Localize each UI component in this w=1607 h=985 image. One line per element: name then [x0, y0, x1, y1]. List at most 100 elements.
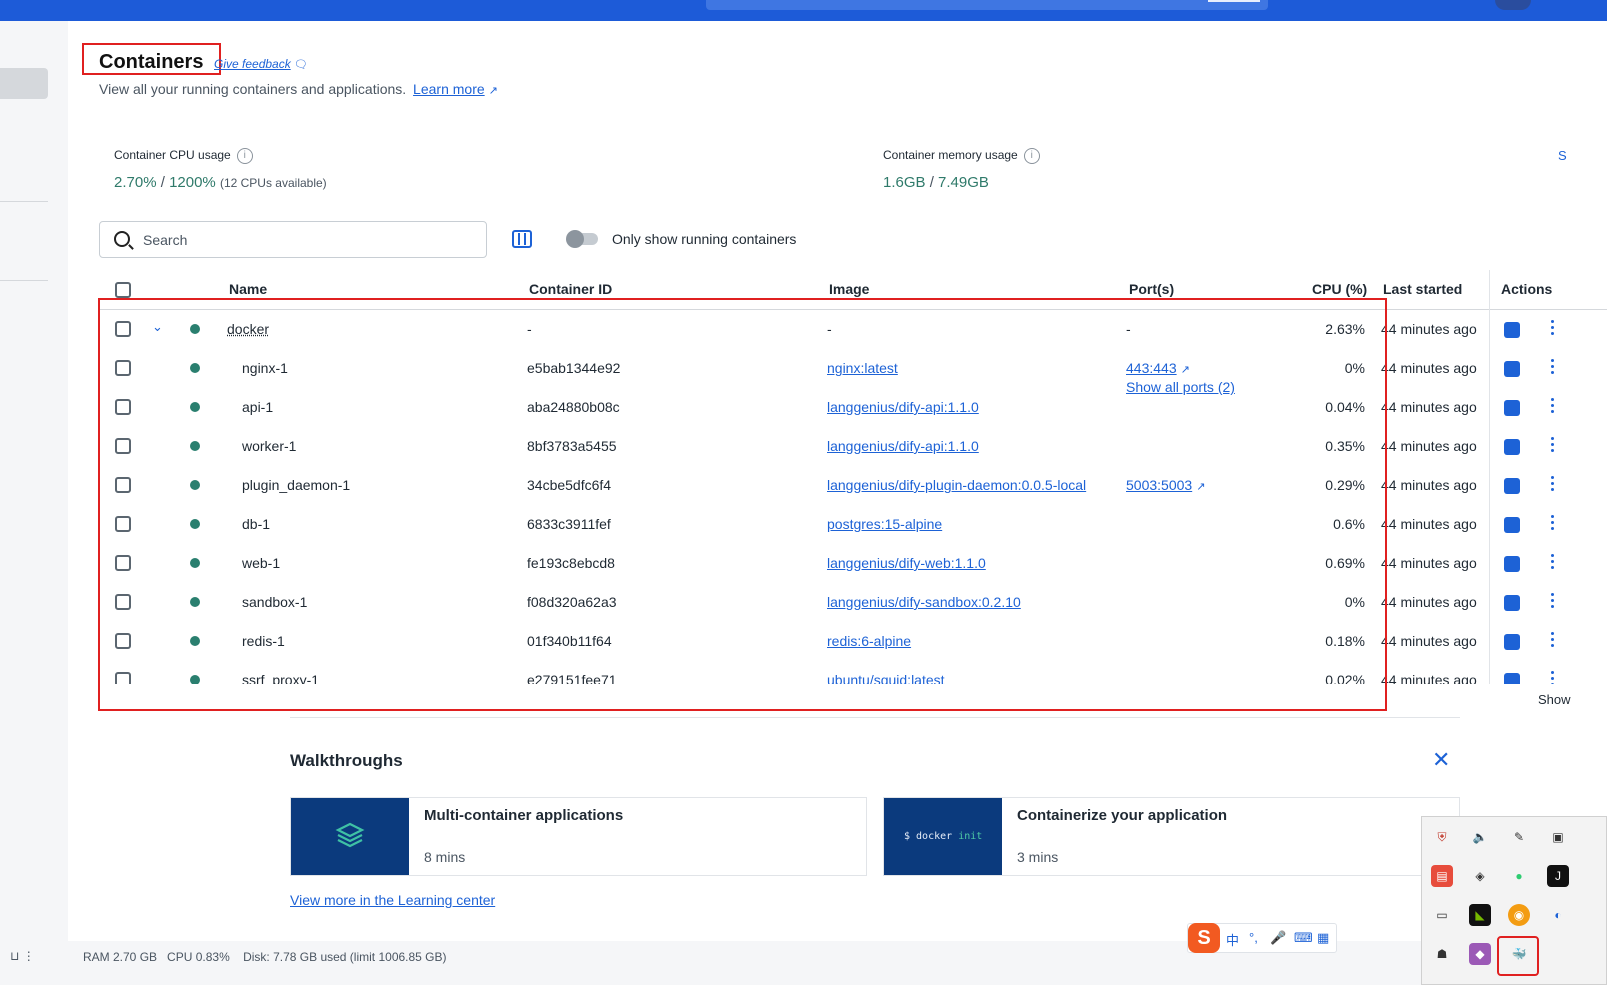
more-vertical-icon[interactable] [1551, 671, 1555, 684]
more-vertical-icon[interactable] [1551, 398, 1555, 416]
more-vertical-icon[interactable] [1551, 554, 1555, 572]
container-name[interactable]: plugin_daemon-1 [242, 477, 350, 493]
keyboard-icon[interactable]: ⌨ [1294, 930, 1313, 946]
footer-menu-icons[interactable]: ⊔ ⋮ [10, 949, 35, 963]
more-vertical-icon[interactable] [1551, 515, 1555, 533]
stop-icon[interactable] [1504, 439, 1520, 455]
grid-menu-icon[interactable]: ▦ [1317, 930, 1329, 946]
select-all-checkbox[interactable] [115, 282, 131, 298]
more-vertical-icon[interactable] [1551, 476, 1555, 494]
search-input[interactable] [143, 230, 463, 250]
avatar[interactable] [1495, 0, 1531, 10]
container-image-link[interactable]: redis:6-alpine [827, 633, 911, 649]
container-name[interactable]: worker-1 [242, 438, 296, 454]
stop-icon[interactable] [1504, 634, 1520, 650]
port-link[interactable]: 5003:5003 [1126, 477, 1192, 493]
show-charts-link[interactable]: S [1558, 148, 1567, 163]
row-checkbox[interactable] [115, 321, 131, 337]
wechat-icon[interactable]: ● [1508, 865, 1530, 887]
table-row[interactable]: nginx-1 e5bab1344e92 nginx:latest 443:443 ↗ S… [99, 349, 1607, 395]
more-vertical-icon[interactable] [1551, 593, 1555, 611]
container-name[interactable]: nginx-1 [242, 360, 288, 376]
container-image-link[interactable]: postgres:15-alpine [827, 516, 942, 532]
sidebar-item-containers[interactable] [0, 68, 48, 99]
table-row[interactable]: db-1 6833c3911fef postgres:15-alpine 0.6% 44… [99, 505, 1607, 544]
more-vertical-icon[interactable] [1551, 320, 1555, 338]
table-row[interactable]: ssrf_proxy-1 e279151fee71 ubuntu/squid:lat… [99, 661, 1607, 684]
more-vertical-icon[interactable] [1551, 359, 1555, 377]
container-image-link[interactable]: langgenius/dify-web:1.1.0 [827, 555, 986, 571]
penguin-icon[interactable]: ☗ [1431, 943, 1453, 965]
stop-icon[interactable] [1504, 361, 1520, 377]
container-name[interactable]: db-1 [242, 516, 270, 532]
table-row-group[interactable]: ⌄ docker - - - 2.63% 44 minutes ago [99, 310, 1607, 349]
stop-icon[interactable] [1504, 400, 1520, 416]
container-name[interactable]: docker [227, 321, 269, 337]
row-checkbox[interactable] [115, 399, 131, 415]
more-vertical-icon[interactable] [1551, 632, 1555, 650]
column-header-ports[interactable]: Port(s) [1129, 281, 1174, 297]
nvidia-icon[interactable]: ◣ [1469, 904, 1491, 926]
container-image-link[interactable]: langgenius/dify-plugin-daemon:0.0.5-loca… [827, 477, 1086, 493]
sogou-logo-icon[interactable]: S [1188, 923, 1220, 953]
close-icon[interactable]: ✕ [1432, 749, 1450, 771]
column-header-cpu[interactable]: CPU (%) [1312, 281, 1367, 297]
container-name[interactable]: api-1 [242, 399, 273, 415]
table-row[interactable]: sandbox-1 f08d320a62a3 langgenius/dify-san… [99, 583, 1607, 622]
running-only-toggle[interactable] [566, 230, 598, 248]
stop-icon[interactable] [1504, 322, 1520, 338]
learn-more-link[interactable]: Learn more [413, 81, 485, 97]
container-image-link[interactable]: nginx:latest [827, 360, 898, 376]
row-checkbox[interactable] [115, 594, 131, 610]
stop-icon[interactable] [1504, 595, 1520, 611]
global-search-bar[interactable] [706, 0, 1268, 10]
table-row[interactable]: redis-1 01f340b11f64 redis:6-alpine 0.18% 44… [99, 622, 1607, 661]
table-row[interactable]: web-1 fe193c8ebcd8 langgenius/dify-web:1.1… [99, 544, 1607, 583]
container-name[interactable]: sandbox-1 [242, 594, 307, 610]
table-row[interactable]: plugin_daemon-1 34cbe5dfc6f4 langgenius/di… [99, 466, 1607, 505]
walkthrough-card-containerize[interactable]: $ docker init Containerize your applicat… [883, 797, 1460, 876]
column-header-name[interactable]: Name [229, 281, 267, 297]
info-icon[interactable]: i [1023, 148, 1040, 164]
stop-icon[interactable] [1504, 673, 1520, 684]
walkthrough-card-multi-container[interactable]: Multi-container applications 8 mins [290, 797, 867, 876]
container-image-link[interactable]: langgenius/dify-sandbox:0.2.10 [827, 594, 1021, 610]
more-vertical-icon[interactable] [1551, 437, 1555, 455]
security-shield-icon[interactable]: ⛨ [1431, 826, 1453, 848]
table-row[interactable]: worker-1 8bf3783a5455 langgenius/dify-api:… [99, 427, 1607, 466]
container-image-link[interactable]: langgenius/dify-api:1.1.0 [827, 399, 979, 415]
layers-tray-icon[interactable]: ◈ [1469, 865, 1491, 887]
container-name[interactable]: web-1 [242, 555, 280, 571]
column-header-container-id[interactable]: Container ID [529, 281, 612, 297]
ime-chinese-mode[interactable]: 中 [1226, 930, 1239, 949]
port-link[interactable]: 443:443 [1126, 360, 1177, 376]
pen-icon[interactable]: ✎ [1508, 826, 1530, 848]
browser-icon[interactable]: ◐ [1547, 904, 1569, 926]
column-header-last-started[interactable]: Last started [1383, 281, 1462, 297]
chevron-down-icon[interactable]: ⌄ [152, 319, 163, 335]
container-name[interactable]: redis-1 [242, 633, 285, 649]
orange-app-icon[interactable]: ◉ [1508, 904, 1530, 926]
show-more-label[interactable]: Show [1538, 692, 1571, 707]
container-name[interactable]: ssrf_proxy-1 [242, 672, 319, 684]
columns-icon[interactable] [512, 230, 532, 248]
app-red-icon[interactable]: ▤ [1431, 865, 1453, 887]
container-image-link[interactable]: ubuntu/squid:latest [827, 672, 945, 684]
stop-icon[interactable] [1504, 517, 1520, 533]
learning-center-link[interactable]: View more in the Learning center [290, 892, 495, 908]
stop-icon[interactable] [1504, 556, 1520, 572]
row-checkbox[interactable] [115, 516, 131, 532]
give-feedback-link[interactable]: Give feedback [214, 57, 291, 71]
monitor-icon[interactable]: ▣ [1547, 826, 1569, 848]
stop-icon[interactable] [1504, 478, 1520, 494]
table-row[interactable]: api-1 aba24880b08c langgenius/dify-api:1.1… [99, 388, 1607, 427]
container-image-link[interactable]: langgenius/dify-api:1.1.0 [827, 438, 979, 454]
speaker-icon[interactable]: 🔈 [1469, 826, 1491, 848]
purple-app-icon[interactable]: ◆ [1469, 943, 1491, 965]
column-header-image[interactable]: Image [829, 281, 869, 297]
ime-punctuation-icon[interactable]: °, [1249, 930, 1258, 945]
info-icon[interactable]: i [236, 148, 253, 164]
row-checkbox[interactable] [115, 555, 131, 571]
jetbrains-icon[interactable]: J [1547, 865, 1569, 887]
row-checkbox[interactable] [115, 477, 131, 493]
